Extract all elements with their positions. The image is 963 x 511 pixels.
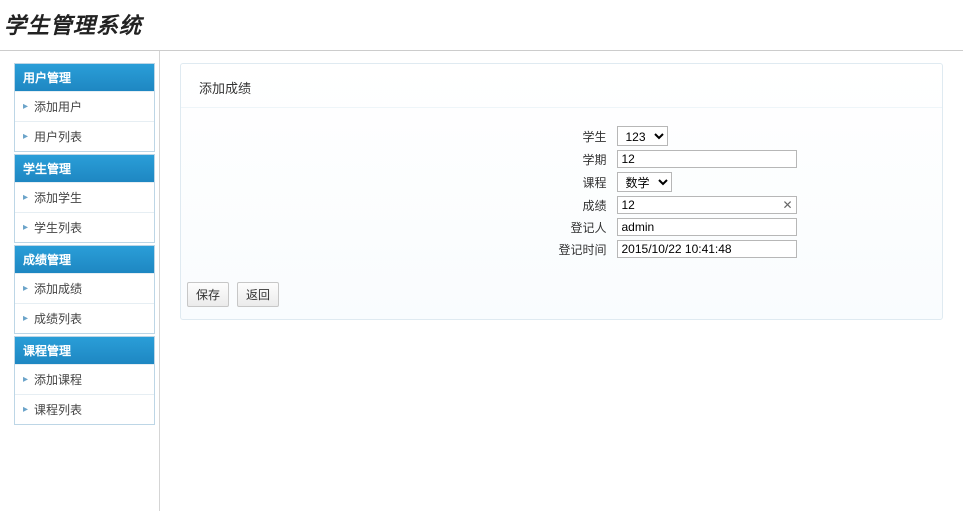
panel-footer: 保存 返回: [181, 274, 942, 319]
sidebar-item-label: 添加成绩: [34, 280, 82, 297]
app-header: 学生管理系统: [0, 0, 963, 51]
chevron-right-icon: ▸: [23, 375, 28, 385]
chevron-right-icon: ▸: [23, 193, 28, 203]
clear-icon[interactable]: ✕: [782, 198, 792, 212]
sidebar-item-add-score[interactable]: ▸ 添加成绩: [15, 273, 154, 303]
score-label: 成绩: [317, 197, 617, 214]
course-label: 课程: [317, 174, 617, 191]
sidebar-item-label: 添加用户: [34, 98, 82, 115]
form-row-registrant: 登记人: [199, 218, 924, 236]
main-layout: 用户管理 ▸ 添加用户 ▸ 用户列表 学生管理 ▸ 添加学生 ▸ 学生列表 成绩…: [0, 51, 963, 511]
score-input[interactable]: [617, 196, 797, 214]
panel-title: 添加成绩: [181, 64, 942, 107]
sidebar-group-course: 课程管理 ▸ 添加课程 ▸ 课程列表: [14, 336, 155, 425]
sidebar-group-header-student: 学生管理: [15, 155, 154, 182]
chevron-right-icon: ▸: [23, 102, 28, 112]
form-row-student: 学生 123: [199, 126, 924, 146]
form-row-term: 学期: [199, 150, 924, 168]
sidebar-item-course-list[interactable]: ▸ 课程列表: [15, 394, 154, 424]
registrant-input[interactable]: [617, 218, 797, 236]
chevron-right-icon: ▸: [23, 223, 28, 233]
sidebar-group-score: 成绩管理 ▸ 添加成绩 ▸ 成绩列表: [14, 245, 155, 334]
sidebar-item-label: 添加学生: [34, 189, 82, 206]
app-title: 学生管理系统: [4, 8, 959, 40]
chevron-right-icon: ▸: [23, 314, 28, 324]
chevron-right-icon: ▸: [23, 405, 28, 415]
term-label: 学期: [317, 151, 617, 168]
sidebar-item-label: 添加课程: [34, 371, 82, 388]
form-row-regtime: 登记时间: [199, 240, 924, 258]
panel-body: 学生 123 学期 课程: [181, 107, 942, 274]
sidebar-item-add-user[interactable]: ▸ 添加用户: [15, 91, 154, 121]
sidebar-item-label: 课程列表: [34, 401, 82, 418]
sidebar-group-header-course: 课程管理: [15, 337, 154, 364]
sidebar-item-student-list[interactable]: ▸ 学生列表: [15, 212, 154, 242]
save-button[interactable]: 保存: [187, 282, 229, 307]
registrant-label: 登记人: [317, 219, 617, 236]
sidebar-group-user: 用户管理 ▸ 添加用户 ▸ 用户列表: [14, 63, 155, 152]
sidebar-item-add-student[interactable]: ▸ 添加学生: [15, 182, 154, 212]
sidebar-item-add-course[interactable]: ▸ 添加课程: [15, 364, 154, 394]
sidebar-item-user-list[interactable]: ▸ 用户列表: [15, 121, 154, 151]
chevron-right-icon: ▸: [23, 132, 28, 142]
form-row-score: 成绩 ✕: [199, 196, 924, 214]
sidebar-item-label: 用户列表: [34, 128, 82, 145]
sidebar-group-student: 学生管理 ▸ 添加学生 ▸ 学生列表: [14, 154, 155, 243]
form-row-course: 课程 数学: [199, 172, 924, 192]
student-label: 学生: [317, 128, 617, 145]
student-select[interactable]: 123: [617, 126, 668, 146]
sidebar: 用户管理 ▸ 添加用户 ▸ 用户列表 学生管理 ▸ 添加学生 ▸ 学生列表 成绩…: [0, 51, 160, 511]
main-content: 添加成绩 学生 123 学期 课程: [160, 51, 963, 511]
form-panel: 添加成绩 学生 123 学期 课程: [180, 63, 943, 320]
sidebar-item-label: 学生列表: [34, 219, 82, 236]
chevron-right-icon: ▸: [23, 284, 28, 294]
regtime-label: 登记时间: [317, 241, 617, 258]
back-button[interactable]: 返回: [237, 282, 279, 307]
sidebar-group-header-user: 用户管理: [15, 64, 154, 91]
course-select[interactable]: 数学: [617, 172, 672, 192]
term-input[interactable]: [617, 150, 797, 168]
sidebar-group-header-score: 成绩管理: [15, 246, 154, 273]
sidebar-item-score-list[interactable]: ▸ 成绩列表: [15, 303, 154, 333]
regtime-input[interactable]: [617, 240, 797, 258]
sidebar-item-label: 成绩列表: [34, 310, 82, 327]
